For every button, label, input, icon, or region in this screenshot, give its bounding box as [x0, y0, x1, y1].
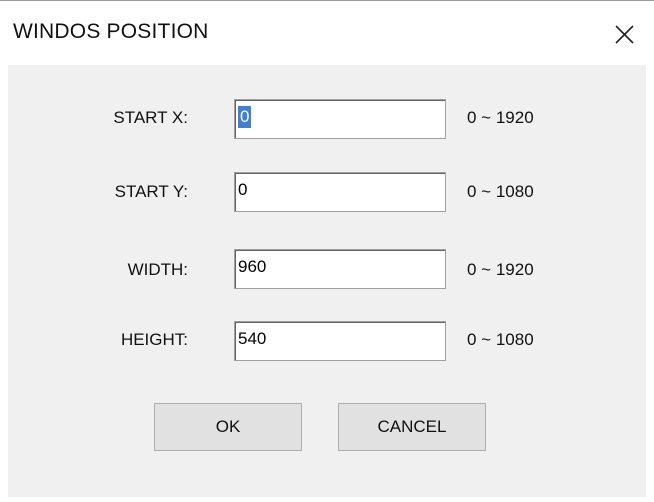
start-x-range: 0 ~ 1920 — [467, 108, 534, 127]
dialog-window: WINDOS POSITION START X: 0 0 ~ 1920 STAR… — [0, 0, 654, 502]
width-value: 960 — [238, 257, 267, 276]
close-icon — [606, 17, 642, 53]
height-label: HEIGHT: — [120, 330, 188, 349]
dialog-body: START X: 0 0 ~ 1920 START Y: 0 0 ~ 1080 … — [8, 65, 646, 497]
close-button[interactable] — [606, 17, 642, 53]
width-range: 0 ~ 1920 — [467, 260, 534, 279]
title-bar: WINDOS POSITION — [0, 1, 654, 65]
start-x-value: 0 — [238, 106, 252, 128]
width-label: WIDTH: — [127, 260, 188, 279]
window-title: WINDOS POSITION — [13, 20, 209, 43]
width-field[interactable]: 960 — [234, 249, 446, 289]
start-x-label: START X: — [113, 108, 188, 127]
start-y-range: 0 ~ 1080 — [467, 182, 534, 201]
start-y-label: START Y: — [114, 182, 188, 201]
ok-button[interactable]: OK — [154, 403, 302, 451]
start-y-field[interactable]: 0 — [234, 172, 446, 212]
height-range: 0 ~ 1080 — [467, 330, 534, 349]
start-x-field[interactable]: 0 — [234, 99, 446, 139]
cancel-button[interactable]: CANCEL — [338, 403, 486, 451]
height-field[interactable]: 540 — [234, 321, 446, 361]
start-y-value: 0 — [238, 180, 248, 199]
height-value: 540 — [238, 329, 267, 348]
